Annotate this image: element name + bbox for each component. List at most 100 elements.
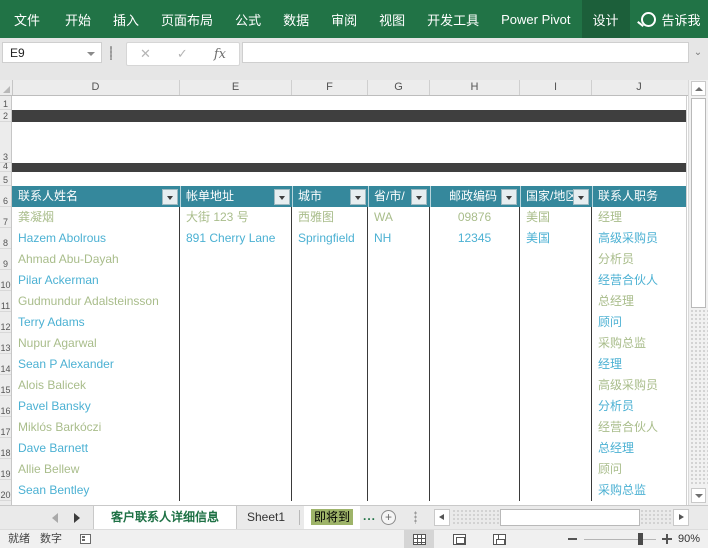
hscroll-left-button[interactable] xyxy=(434,509,450,526)
zoom-out-button[interactable] xyxy=(568,538,577,540)
cell-state[interactable]: NH xyxy=(368,228,429,249)
worksheet-grid[interactable]: 1 2 3 4 5 6 7 8 9 10 11 12 13 14 15 16 1… xyxy=(0,96,688,505)
table-row[interactable]: 龚凝烟 大街 123 号 西雅图 WA 09876 美国 经理 xyxy=(0,207,686,228)
cell-title[interactable]: 分析员 xyxy=(592,396,686,417)
filter-button-billing-address[interactable] xyxy=(274,189,290,205)
table-row[interactable]: Nupur Agarwal 采购总监 xyxy=(0,333,686,354)
cell-city[interactable]: 西雅图 xyxy=(292,207,367,228)
column-header-d[interactable]: D xyxy=(12,80,180,95)
cell-title[interactable]: 高级采购员 xyxy=(592,228,686,249)
cell-contact-name[interactable]: Allie Bellew xyxy=(12,459,179,480)
table-row[interactable]: Sean P Alexander 经理 xyxy=(0,354,686,375)
column-header-e[interactable]: E xyxy=(180,80,292,95)
cell-title[interactable]: 顾问 xyxy=(592,312,686,333)
enter-icon[interactable]: ✓ xyxy=(177,46,188,62)
cell-contact-name[interactable]: Pilar Ackerman xyxy=(12,270,179,291)
cancel-icon[interactable]: ✕ xyxy=(140,46,151,62)
cell-zip[interactable]: 12345 xyxy=(430,228,519,249)
tab-tell-me[interactable]: 告诉我 xyxy=(630,0,708,38)
cell-contact-name[interactable]: Pavel Bansky xyxy=(12,396,179,417)
filter-button-state[interactable] xyxy=(411,189,427,205)
tab-review[interactable]: 审阅 xyxy=(320,0,368,38)
tab-view[interactable]: 视图 xyxy=(368,0,416,38)
page-layout-view-button[interactable] xyxy=(444,530,474,548)
cell-contact-name[interactable]: Sean P Alexander xyxy=(12,354,179,375)
cell-contact-name[interactable]: Ahmad Abu-Dayah xyxy=(12,249,179,270)
table-row[interactable]: Ahmad Abu-Dayah 分析员 xyxy=(0,249,686,270)
sheet-tab-customer-contacts[interactable]: 客户联系人详细信息 xyxy=(93,506,237,529)
cell-title[interactable]: 经营合伙人 xyxy=(592,270,686,291)
row-header-3[interactable]: 3 xyxy=(0,122,11,163)
cell-billing-address[interactable]: 891 Cherry Lane xyxy=(180,228,291,249)
header-contact-title[interactable]: 联系人职务 xyxy=(592,186,686,207)
dark-band-row-2[interactable] xyxy=(12,110,686,122)
column-header-g[interactable]: G xyxy=(368,80,430,95)
cell-country[interactable]: 美国 xyxy=(520,228,591,249)
scroll-up-button[interactable] xyxy=(691,81,706,96)
cell-contact-name[interactable]: Dave Barnett xyxy=(12,438,179,459)
cell-contact-name[interactable]: 龚凝烟 xyxy=(12,207,179,228)
zoom-slider-thumb[interactable] xyxy=(638,533,643,545)
formula-input[interactable] xyxy=(242,42,689,63)
cell-title[interactable]: 采购总监 xyxy=(592,333,686,354)
cell-city[interactable]: Springfield xyxy=(292,228,367,249)
column-header-j[interactable]: J xyxy=(592,80,686,95)
filter-button-city[interactable] xyxy=(350,189,366,205)
filter-button-contact-name[interactable] xyxy=(162,189,178,205)
cell-contact-name[interactable]: Sean Bentley xyxy=(12,480,179,501)
sheet-tab-sheet1[interactable]: Sheet1 xyxy=(237,506,295,529)
cell-contact-name[interactable]: Hazem Abolrous xyxy=(12,228,179,249)
cell-zip[interactable]: 09876 xyxy=(430,207,519,228)
tab-scroll-splitter[interactable] xyxy=(414,511,417,524)
cell-contact-name[interactable]: Miklós Barkóczi xyxy=(12,417,179,438)
tab-power-pivot[interactable]: Power Pivot xyxy=(490,0,581,38)
table-row[interactable]: Gudmundur Adalsteinsson 总经理 xyxy=(0,291,686,312)
tab-insert[interactable]: 插入 xyxy=(102,0,150,38)
sheet-nav-left-icon[interactable] xyxy=(52,513,58,523)
column-header-f[interactable]: F xyxy=(292,80,368,95)
row-header-4[interactable]: 4 xyxy=(0,163,11,172)
table-row[interactable]: Miklós Barkóczi 经营合伙人 xyxy=(0,417,686,438)
cell-contact-name[interactable]: Terry Adams xyxy=(12,312,179,333)
filter-button-country[interactable] xyxy=(573,189,589,205)
cell-contact-name[interactable]: Alois Balicek xyxy=(12,375,179,396)
cell-country[interactable]: 美国 xyxy=(520,207,591,228)
row-header-5[interactable]: 5 xyxy=(0,172,11,186)
vertical-scrollbar[interactable] xyxy=(688,80,708,505)
table-row[interactable]: Alois Balicek 高级采购员 xyxy=(0,375,686,396)
cell-contact-name[interactable]: Nupur Agarwal xyxy=(12,333,179,354)
normal-view-button[interactable] xyxy=(404,530,434,548)
sheet-tab-overflow[interactable]: ... xyxy=(363,506,376,529)
name-box[interactable]: E9 xyxy=(2,42,102,63)
cell-title[interactable]: 经理 xyxy=(592,207,686,228)
table-row[interactable]: Sean Bentley 采购总监 xyxy=(0,480,686,501)
column-header-i[interactable]: I xyxy=(520,80,592,95)
vertical-scroll-thumb[interactable] xyxy=(691,98,706,308)
table-row[interactable]: Hazem Abolrous 891 Cherry Lane Springfie… xyxy=(0,228,686,249)
sheet-rename-selection[interactable]: 即将到 xyxy=(311,509,353,525)
filter-button-zip[interactable] xyxy=(501,189,517,205)
table-row[interactable]: Dave Barnett 总经理 xyxy=(0,438,686,459)
scroll-down-button[interactable] xyxy=(691,488,706,503)
cell-title[interactable]: 高级采购员 xyxy=(592,375,686,396)
zoom-in-button[interactable] xyxy=(662,534,672,544)
cell-state[interactable]: WA xyxy=(368,207,429,228)
table-row[interactable]: Pavel Bansky 分析员 xyxy=(0,396,686,417)
cell-title[interactable]: 分析员 xyxy=(592,249,686,270)
insert-function-icon[interactable]: fx xyxy=(214,47,226,62)
table-row[interactable]: Allie Bellew 顾问 xyxy=(0,459,686,480)
tab-file[interactable]: 文件 xyxy=(0,0,54,38)
zoom-slider-track[interactable] xyxy=(584,539,656,540)
hscroll-right-button[interactable] xyxy=(673,509,689,526)
formula-bar-expand-icon[interactable]: ⌄ xyxy=(692,44,704,62)
cell-billing-address[interactable]: 大街 123 号 xyxy=(180,207,291,228)
zoom-level[interactable]: 90% xyxy=(678,530,700,548)
new-sheet-button[interactable]: + xyxy=(381,510,396,525)
cell-contact-name[interactable]: Gudmundur Adalsteinsson xyxy=(12,291,179,312)
tab-data[interactable]: 数据 xyxy=(272,0,320,38)
sheet-tab-renaming[interactable]: 即将到 xyxy=(304,506,360,529)
cell-title[interactable]: 经营合伙人 xyxy=(592,417,686,438)
cell-title[interactable]: 采购总监 xyxy=(592,480,686,501)
row-header-1[interactable]: 1 xyxy=(0,96,11,110)
horizontal-scroll-thumb[interactable] xyxy=(500,509,640,526)
